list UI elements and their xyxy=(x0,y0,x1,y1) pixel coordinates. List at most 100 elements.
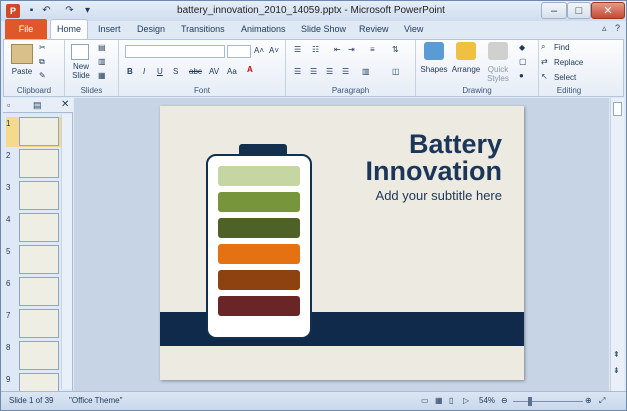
paste-button[interactable]: Paste xyxy=(6,67,38,76)
grow-font-icon[interactable]: A˄ xyxy=(254,46,264,55)
slide-canvas[interactable]: Battery Innovation Add your subtitle her… xyxy=(160,106,524,380)
normal-view-icon[interactable]: ▭ xyxy=(421,396,429,405)
tab-review[interactable]: Review xyxy=(359,24,389,34)
thumbnail-scrollbar[interactable] xyxy=(61,114,72,389)
bullets-icon[interactable]: ☰ xyxy=(294,45,301,54)
find-button[interactable]: Find xyxy=(554,43,570,52)
zoom-slider[interactable] xyxy=(513,401,583,402)
shapes-button[interactable]: Shapes xyxy=(419,65,449,74)
justify-icon[interactable]: ☰ xyxy=(342,67,349,76)
save-icon[interactable]: ▪ xyxy=(25,4,38,17)
slideshow-view-icon[interactable]: ▷ xyxy=(463,396,469,405)
line-spacing-icon[interactable]: ≡ xyxy=(370,45,375,54)
zoom-in-icon[interactable]: ⊕ xyxy=(585,396,592,405)
slide-thumbnail[interactable]: 2 xyxy=(6,149,62,179)
vertical-scrollbar[interactable]: ⇞ ⇟ xyxy=(610,98,624,391)
battery-graphic[interactable] xyxy=(206,154,312,339)
next-slide-icon[interactable]: ⇟ xyxy=(613,366,620,375)
replace-button[interactable]: Replace xyxy=(554,58,583,67)
slide-subtitle[interactable]: Add your subtitle here xyxy=(376,188,502,203)
shape-fill-icon[interactable]: ◆ xyxy=(519,43,525,52)
columns-icon[interactable]: ▥ xyxy=(362,67,370,76)
numbering-icon[interactable]: ☷ xyxy=(312,45,319,54)
battery-cell xyxy=(218,166,300,186)
shape-outline-icon[interactable]: ▢ xyxy=(519,57,527,66)
scroll-thumb[interactable] xyxy=(613,102,622,116)
slide-thumbnail[interactable]: 6 xyxy=(6,277,62,307)
powerpoint-app-icon[interactable]: P xyxy=(6,4,20,18)
minimize-ribbon-icon[interactable]: ▵ xyxy=(602,23,607,33)
tab-file[interactable]: File xyxy=(5,19,47,39)
slide-thumbnail[interactable]: 8 xyxy=(6,341,62,371)
undo-icon[interactable]: ↶ xyxy=(40,4,53,17)
tab-transitions[interactable]: Transitions xyxy=(181,24,225,34)
slide-thumbnail[interactable]: 7 xyxy=(6,309,62,339)
underline-icon[interactable]: U xyxy=(157,67,163,76)
align-right-icon[interactable]: ☰ xyxy=(326,67,333,76)
shape-effects-icon[interactable]: ● xyxy=(519,71,524,80)
italic-icon[interactable]: I xyxy=(143,67,145,76)
editing-label: Editing xyxy=(556,86,582,95)
close-button[interactable]: ✕ xyxy=(591,2,625,19)
layout-icon[interactable]: ▤ xyxy=(98,43,106,52)
prev-slide-icon[interactable]: ⇞ xyxy=(613,350,620,359)
minimize-button[interactable]: – xyxy=(541,2,567,19)
align-center-icon[interactable]: ☰ xyxy=(310,67,317,76)
char-spacing-icon[interactable]: AV xyxy=(209,67,219,76)
change-case-icon[interactable]: Aa xyxy=(227,67,237,76)
bold-icon[interactable]: B xyxy=(127,67,133,76)
thumbnail-image xyxy=(19,309,59,338)
shadow-icon[interactable]: S xyxy=(173,67,178,76)
font-family-select[interactable] xyxy=(125,45,225,58)
zoom-thumb[interactable] xyxy=(528,397,532,406)
select-button[interactable]: Select xyxy=(554,73,576,82)
section-icon[interactable]: ▦ xyxy=(98,71,106,80)
cut-icon[interactable]: ✂ xyxy=(39,43,46,52)
slide-thumbnail[interactable]: 3 xyxy=(6,181,62,211)
theme-name[interactable]: "Office Theme" xyxy=(69,396,122,405)
customize-qat-icon[interactable]: ▾ xyxy=(81,4,94,17)
shapes-icon xyxy=(424,42,444,60)
slide-thumbnail[interactable]: 5 xyxy=(6,245,62,275)
tab-home[interactable]: Home xyxy=(50,19,88,40)
redo-icon[interactable]: ↷ xyxy=(63,4,76,17)
ribbon-tabs: Insert Design Transitions Animations Sli… xyxy=(1,21,626,39)
slide-title-line2[interactable]: Innovation xyxy=(366,156,503,187)
outline-tab-icon[interactable]: ▤ xyxy=(33,100,42,111)
new-slide-line2[interactable]: Slide xyxy=(67,71,95,80)
close-pane-icon[interactable]: ✕ xyxy=(61,99,69,110)
outdent-icon[interactable]: ⇥ xyxy=(348,45,355,54)
format-painter-icon[interactable]: ✎ xyxy=(39,71,46,80)
quick-styles-line2[interactable]: Styles xyxy=(483,74,513,83)
sorter-view-icon[interactable]: ▦ xyxy=(435,396,443,405)
quick-styles-line1[interactable]: Quick xyxy=(483,65,513,74)
title-bar: P ▪ ↶ ↷ ▾ battery_innovation_2010_14059.… xyxy=(1,1,626,21)
tab-animations[interactable]: Animations xyxy=(241,24,286,34)
strikethrough-icon[interactable]: abc xyxy=(189,67,202,76)
maximize-button[interactable]: □ xyxy=(567,2,591,19)
group-editing: ⌕ Find ⇄ Replace ↖ Select Editing xyxy=(539,40,599,96)
font-size-select[interactable] xyxy=(227,45,251,58)
tab-design[interactable]: Design xyxy=(137,24,165,34)
tab-insert[interactable]: Insert xyxy=(98,24,121,34)
copy-icon[interactable]: ⧉ xyxy=(39,57,45,67)
slide-thumbnail[interactable]: 1 xyxy=(6,117,62,147)
zoom-level[interactable]: 54% xyxy=(479,396,495,405)
slides-tab-icon[interactable]: ▫ xyxy=(7,100,10,110)
arrange-button[interactable]: Arrange xyxy=(449,65,483,74)
text-direction-icon[interactable]: ⇅ xyxy=(392,45,399,54)
reading-view-icon[interactable]: ▯ xyxy=(449,396,453,405)
smartart-icon[interactable]: ◫ xyxy=(392,67,400,76)
zoom-out-icon[interactable]: ⊖ xyxy=(501,396,508,405)
help-icon[interactable]: ? xyxy=(615,23,620,33)
shrink-font-icon[interactable]: A˅ xyxy=(269,46,279,55)
fit-to-window-icon[interactable]: ⤢ xyxy=(599,396,605,406)
indent-icon[interactable]: ⇤ xyxy=(334,45,341,54)
slide-thumbnail[interactable]: 4 xyxy=(6,213,62,243)
tab-slide-show[interactable]: Slide Show xyxy=(301,24,346,34)
align-left-icon[interactable]: ☰ xyxy=(294,67,301,76)
reset-icon[interactable]: ▥ xyxy=(98,57,106,66)
new-slide-line1[interactable]: New xyxy=(67,62,95,71)
font-color-icon[interactable]: A xyxy=(247,65,253,74)
tab-view[interactable]: View xyxy=(404,24,423,34)
